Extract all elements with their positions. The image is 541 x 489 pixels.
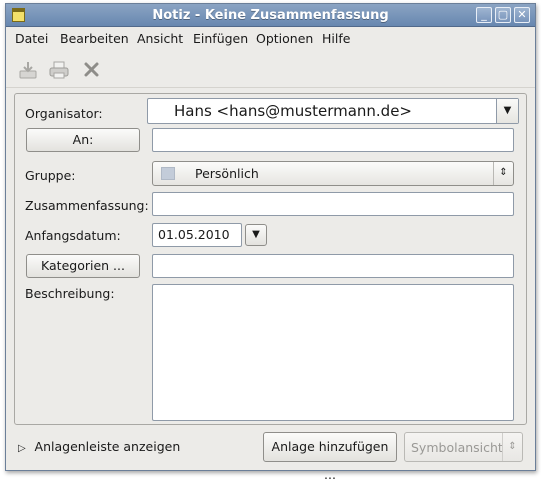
- summary-field[interactable]: [152, 192, 514, 216]
- date-picker-button[interactable]: ▼: [245, 224, 267, 246]
- categories-field[interactable]: [152, 254, 514, 278]
- updown-arrows-icon: ⇕: [493, 162, 513, 185]
- window-title: Notiz - Keine Zusammenfassung: [152, 8, 389, 23]
- group-color-icon: [161, 167, 175, 180]
- group-select[interactable]: Persönlich ⇕: [152, 161, 514, 186]
- print-icon[interactable]: [48, 60, 70, 80]
- updown-arrows-icon: ⇕: [502, 433, 522, 461]
- chevron-down-icon: ▼: [252, 229, 260, 240]
- menu-ansicht[interactable]: Ansicht: [137, 31, 183, 46]
- categories-button[interactable]: Kategorien ...: [26, 254, 140, 278]
- title-bar[interactable]: Notiz - Keine Zusammenfassung _ ▢ ✕: [6, 4, 535, 27]
- menu-bearbeiten[interactable]: Bearbeiten: [60, 31, 129, 46]
- to-button[interactable]: An:: [26, 128, 140, 152]
- toolbar: [6, 50, 535, 88]
- minimize-icon[interactable]: _: [476, 7, 492, 23]
- organizer-combo[interactable]: Hans <hans@mustermann.de> ▼: [147, 98, 519, 124]
- maximize-icon[interactable]: ▢: [495, 7, 511, 23]
- group-value: Persönlich: [195, 166, 259, 181]
- view-select-value: Symbolansicht: [411, 440, 503, 455]
- add-attachment-button[interactable]: Anlage hinzufügen ...: [263, 432, 397, 482]
- delete-icon[interactable]: [81, 60, 103, 80]
- save-icon[interactable]: [17, 60, 39, 80]
- note-window: Notiz - Keine Zusammenfassung _ ▢ ✕ Date…: [5, 3, 536, 482]
- close-icon[interactable]: ✕: [514, 7, 530, 23]
- menu-optionen[interactable]: Optionen: [256, 31, 313, 46]
- start-date-field[interactable]: 01.05.2010: [152, 223, 242, 247]
- bottom-bar: ▷ Anlagenleiste anzeigen Anlage hinzufüg…: [6, 430, 535, 482]
- chevron-down-icon[interactable]: ▼: [496, 99, 518, 123]
- to-field[interactable]: [152, 128, 514, 152]
- description-textarea[interactable]: [152, 284, 514, 421]
- menu-datei[interactable]: Datei: [15, 31, 48, 46]
- menu-hilfe[interactable]: Hilfe: [322, 31, 350, 46]
- organizer-value: Hans <hans@mustermann.de>: [174, 102, 413, 120]
- description-label: Beschreibung:: [25, 286, 115, 301]
- form-panel: Organisator: Hans <hans@mustermann.de> ▼…: [14, 93, 527, 425]
- organizer-label: Organisator:: [25, 106, 103, 121]
- menu-bar: Datei Bearbeiten Ansicht Einfügen Option…: [6, 27, 535, 49]
- menu-einfuegen[interactable]: Einfügen: [193, 31, 248, 46]
- expander-arrow-icon: ▷: [18, 443, 26, 454]
- summary-label: Zusammenfassung:: [25, 198, 149, 213]
- start-date-label: Anfangsdatum:: [25, 228, 121, 243]
- attachments-toggle[interactable]: ▷ Anlagenleiste anzeigen: [18, 439, 180, 454]
- view-select[interactable]: Symbolansicht ⇕: [404, 432, 523, 462]
- group-label: Gruppe:: [25, 168, 76, 183]
